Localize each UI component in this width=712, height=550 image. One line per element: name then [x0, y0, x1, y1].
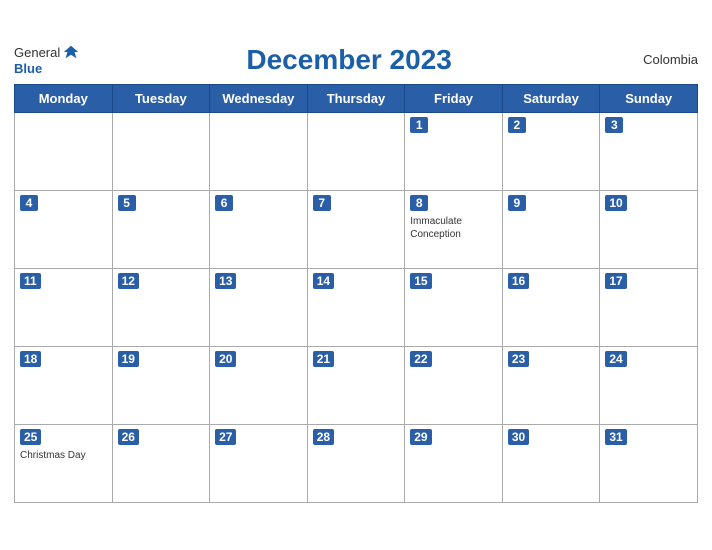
day-number: 19	[118, 351, 139, 367]
calendar-cell: 20	[210, 347, 308, 425]
day-number: 3	[605, 117, 623, 133]
calendar-title: December 2023	[80, 44, 618, 76]
calendar-cell	[112, 113, 210, 191]
day-number: 31	[605, 429, 626, 445]
calendar-cell: 25 Christmas Day	[15, 425, 113, 503]
calendar-cell: 12	[112, 269, 210, 347]
calendar-cell: 29	[405, 425, 503, 503]
week-row-3: 11 12 13 14 15 16 17	[15, 269, 698, 347]
calendar-cell	[15, 113, 113, 191]
day-number: 28	[313, 429, 334, 445]
calendar-cell: 8 Immaculate Conception	[405, 191, 503, 269]
weekday-header-row: MondayTuesdayWednesdayThursdayFridaySatu…	[15, 85, 698, 113]
calendar-cell: 19	[112, 347, 210, 425]
calendar-cell: 28	[307, 425, 405, 503]
calendar-cell: 7	[307, 191, 405, 269]
day-number: 20	[215, 351, 236, 367]
day-number: 13	[215, 273, 236, 289]
calendar-cell: 22	[405, 347, 503, 425]
calendar-cell: 1	[405, 113, 503, 191]
calendar-cell: 10	[600, 191, 698, 269]
calendar-cell: 3	[600, 113, 698, 191]
day-number: 16	[508, 273, 529, 289]
day-number: 10	[605, 195, 626, 211]
calendar-cell: 23	[502, 347, 600, 425]
week-row-2: 4 5 6 7 8 Immaculate Conception 9 10	[15, 191, 698, 269]
day-number: 27	[215, 429, 236, 445]
day-number: 26	[118, 429, 139, 445]
weekday-header-monday: Monday	[15, 85, 113, 113]
calendar-cell: 11	[15, 269, 113, 347]
day-number: 25	[20, 429, 41, 445]
calendar-cell: 27	[210, 425, 308, 503]
calendar-cell: 30	[502, 425, 600, 503]
logo-blue-text: Blue	[14, 61, 42, 76]
day-number: 14	[313, 273, 334, 289]
calendar-cell: 15	[405, 269, 503, 347]
weekday-header-tuesday: Tuesday	[112, 85, 210, 113]
day-number: 18	[20, 351, 41, 367]
day-number: 21	[313, 351, 334, 367]
calendar-cell: 13	[210, 269, 308, 347]
day-number: 29	[410, 429, 431, 445]
day-number: 24	[605, 351, 626, 367]
day-number: 17	[605, 273, 626, 289]
day-number: 23	[508, 351, 529, 367]
day-number: 22	[410, 351, 431, 367]
weekday-header-friday: Friday	[405, 85, 503, 113]
calendar-header: General Blue December 2023 Colombia	[14, 43, 698, 76]
calendar-table: MondayTuesdayWednesdayThursdayFridaySatu…	[14, 84, 698, 503]
calendar-cell: 26	[112, 425, 210, 503]
calendar-cell: 16	[502, 269, 600, 347]
day-number: 12	[118, 273, 139, 289]
week-row-4: 18 19 20 21 22 23 24	[15, 347, 698, 425]
logo-area: General Blue	[14, 43, 80, 76]
day-number: 5	[118, 195, 136, 211]
logo-text: General	[14, 43, 80, 61]
calendar-cell: 21	[307, 347, 405, 425]
day-number: 9	[508, 195, 526, 211]
calendar-container: General Blue December 2023 Colombia Mond…	[0, 33, 712, 517]
weekday-header-saturday: Saturday	[502, 85, 600, 113]
calendar-cell: 9	[502, 191, 600, 269]
calendar-cell: 5	[112, 191, 210, 269]
calendar-cell: 14	[307, 269, 405, 347]
weekday-header-thursday: Thursday	[307, 85, 405, 113]
calendar-cell: 17	[600, 269, 698, 347]
logo-bird-icon	[62, 43, 80, 61]
day-number: 11	[20, 273, 41, 289]
day-number: 4	[20, 195, 38, 211]
day-number: 8	[410, 195, 428, 211]
day-number: 1	[410, 117, 428, 133]
calendar-cell: 31	[600, 425, 698, 503]
weekday-header-wednesday: Wednesday	[210, 85, 308, 113]
calendar-cell: 18	[15, 347, 113, 425]
day-number: 30	[508, 429, 529, 445]
day-number: 15	[410, 273, 431, 289]
calendar-cell: 24	[600, 347, 698, 425]
day-event: Christmas Day	[20, 449, 107, 462]
week-row-1: 1 2 3	[15, 113, 698, 191]
weekday-header-sunday: Sunday	[600, 85, 698, 113]
calendar-cell: 2	[502, 113, 600, 191]
country-label: Colombia	[618, 52, 698, 67]
week-row-5: 25 Christmas Day 26 27 28 29 30 31	[15, 425, 698, 503]
calendar-cell: 4	[15, 191, 113, 269]
calendar-cell	[307, 113, 405, 191]
calendar-cell: 6	[210, 191, 308, 269]
day-number: 7	[313, 195, 331, 211]
calendar-cell	[210, 113, 308, 191]
day-number: 2	[508, 117, 526, 133]
logo-general-text: General	[14, 45, 60, 60]
day-number: 6	[215, 195, 233, 211]
day-event: Immaculate Conception	[410, 215, 497, 241]
